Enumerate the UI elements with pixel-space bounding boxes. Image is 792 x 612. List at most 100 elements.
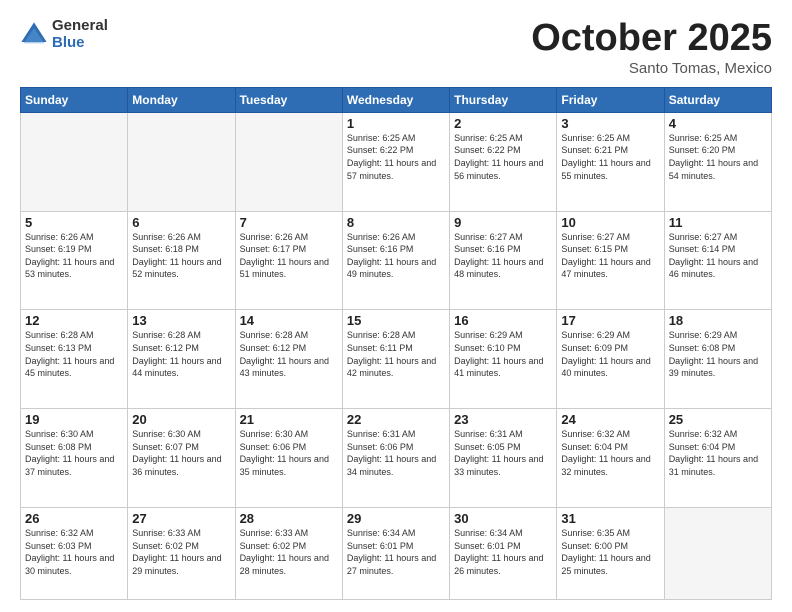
- day-info: Sunrise: 6:32 AM Sunset: 6:04 PM Dayligh…: [561, 428, 659, 478]
- day-info: Sunrise: 6:33 AM Sunset: 6:02 PM Dayligh…: [132, 527, 230, 577]
- table-row: 2Sunrise: 6:25 AM Sunset: 6:22 PM Daylig…: [450, 112, 557, 211]
- day-info: Sunrise: 6:25 AM Sunset: 6:21 PM Dayligh…: [561, 132, 659, 182]
- day-number: 20: [132, 412, 230, 427]
- table-row: 5Sunrise: 6:26 AM Sunset: 6:19 PM Daylig…: [21, 211, 128, 310]
- table-row: 17Sunrise: 6:29 AM Sunset: 6:09 PM Dayli…: [557, 310, 664, 409]
- logo-icon: [20, 21, 48, 49]
- day-info: Sunrise: 6:29 AM Sunset: 6:10 PM Dayligh…: [454, 329, 552, 379]
- day-number: 8: [347, 215, 445, 230]
- day-number: 18: [669, 313, 767, 328]
- col-friday: Friday: [557, 87, 664, 112]
- day-number: 7: [240, 215, 338, 230]
- col-tuesday: Tuesday: [235, 87, 342, 112]
- table-row: 12Sunrise: 6:28 AM Sunset: 6:13 PM Dayli…: [21, 310, 128, 409]
- day-info: Sunrise: 6:28 AM Sunset: 6:11 PM Dayligh…: [347, 329, 445, 379]
- table-row: [21, 112, 128, 211]
- day-number: 17: [561, 313, 659, 328]
- day-info: Sunrise: 6:30 AM Sunset: 6:08 PM Dayligh…: [25, 428, 123, 478]
- day-info: Sunrise: 6:26 AM Sunset: 6:18 PM Dayligh…: [132, 231, 230, 281]
- table-row: 8Sunrise: 6:26 AM Sunset: 6:16 PM Daylig…: [342, 211, 449, 310]
- day-number: 13: [132, 313, 230, 328]
- day-number: 16: [454, 313, 552, 328]
- day-number: 22: [347, 412, 445, 427]
- day-number: 2: [454, 116, 552, 131]
- table-row: 21Sunrise: 6:30 AM Sunset: 6:06 PM Dayli…: [235, 409, 342, 508]
- day-number: 4: [669, 116, 767, 131]
- table-row: 13Sunrise: 6:28 AM Sunset: 6:12 PM Dayli…: [128, 310, 235, 409]
- col-wednesday: Wednesday: [342, 87, 449, 112]
- table-row: 6Sunrise: 6:26 AM Sunset: 6:18 PM Daylig…: [128, 211, 235, 310]
- day-info: Sunrise: 6:29 AM Sunset: 6:09 PM Dayligh…: [561, 329, 659, 379]
- day-info: Sunrise: 6:30 AM Sunset: 6:06 PM Dayligh…: [240, 428, 338, 478]
- table-row: 25Sunrise: 6:32 AM Sunset: 6:04 PM Dayli…: [664, 409, 771, 508]
- logo-text: General Blue: [52, 18, 108, 51]
- page: General Blue October 2025 Santo Tomas, M…: [0, 0, 792, 612]
- day-info: Sunrise: 6:27 AM Sunset: 6:15 PM Dayligh…: [561, 231, 659, 281]
- title-block: October 2025 Santo Tomas, Mexico: [531, 18, 772, 77]
- day-number: 15: [347, 313, 445, 328]
- location-subtitle: Santo Tomas, Mexico: [531, 60, 772, 77]
- day-info: Sunrise: 6:25 AM Sunset: 6:20 PM Dayligh…: [669, 132, 767, 182]
- table-row: 22Sunrise: 6:31 AM Sunset: 6:06 PM Dayli…: [342, 409, 449, 508]
- day-number: 10: [561, 215, 659, 230]
- day-number: 3: [561, 116, 659, 131]
- table-row: 28Sunrise: 6:33 AM Sunset: 6:02 PM Dayli…: [235, 507, 342, 599]
- month-title: October 2025: [531, 18, 772, 60]
- col-saturday: Saturday: [664, 87, 771, 112]
- header: General Blue October 2025 Santo Tomas, M…: [20, 18, 772, 77]
- table-row: 19Sunrise: 6:30 AM Sunset: 6:08 PM Dayli…: [21, 409, 128, 508]
- table-row: 15Sunrise: 6:28 AM Sunset: 6:11 PM Dayli…: [342, 310, 449, 409]
- table-row: [235, 112, 342, 211]
- table-row: 27Sunrise: 6:33 AM Sunset: 6:02 PM Dayli…: [128, 507, 235, 599]
- day-info: Sunrise: 6:32 AM Sunset: 6:04 PM Dayligh…: [669, 428, 767, 478]
- day-info: Sunrise: 6:28 AM Sunset: 6:12 PM Dayligh…: [240, 329, 338, 379]
- day-info: Sunrise: 6:28 AM Sunset: 6:13 PM Dayligh…: [25, 329, 123, 379]
- day-info: Sunrise: 6:25 AM Sunset: 6:22 PM Dayligh…: [454, 132, 552, 182]
- table-row: [128, 112, 235, 211]
- day-number: 26: [25, 511, 123, 526]
- day-number: 28: [240, 511, 338, 526]
- day-info: Sunrise: 6:30 AM Sunset: 6:07 PM Dayligh…: [132, 428, 230, 478]
- day-number: 27: [132, 511, 230, 526]
- day-number: 14: [240, 313, 338, 328]
- calendar-header-row: Sunday Monday Tuesday Wednesday Thursday…: [21, 87, 772, 112]
- logo: General Blue: [20, 18, 108, 51]
- table-row: 11Sunrise: 6:27 AM Sunset: 6:14 PM Dayli…: [664, 211, 771, 310]
- day-info: Sunrise: 6:32 AM Sunset: 6:03 PM Dayligh…: [25, 527, 123, 577]
- table-row: 23Sunrise: 6:31 AM Sunset: 6:05 PM Dayli…: [450, 409, 557, 508]
- day-number: 25: [669, 412, 767, 427]
- day-number: 23: [454, 412, 552, 427]
- table-row: 18Sunrise: 6:29 AM Sunset: 6:08 PM Dayli…: [664, 310, 771, 409]
- table-row: 7Sunrise: 6:26 AM Sunset: 6:17 PM Daylig…: [235, 211, 342, 310]
- table-row: 20Sunrise: 6:30 AM Sunset: 6:07 PM Dayli…: [128, 409, 235, 508]
- day-number: 29: [347, 511, 445, 526]
- table-row: 9Sunrise: 6:27 AM Sunset: 6:16 PM Daylig…: [450, 211, 557, 310]
- col-sunday: Sunday: [21, 87, 128, 112]
- table-row: 14Sunrise: 6:28 AM Sunset: 6:12 PM Dayli…: [235, 310, 342, 409]
- day-info: Sunrise: 6:34 AM Sunset: 6:01 PM Dayligh…: [347, 527, 445, 577]
- day-number: 5: [25, 215, 123, 230]
- table-row: 10Sunrise: 6:27 AM Sunset: 6:15 PM Dayli…: [557, 211, 664, 310]
- table-row: 4Sunrise: 6:25 AM Sunset: 6:20 PM Daylig…: [664, 112, 771, 211]
- table-row: 26Sunrise: 6:32 AM Sunset: 6:03 PM Dayli…: [21, 507, 128, 599]
- col-thursday: Thursday: [450, 87, 557, 112]
- day-info: Sunrise: 6:26 AM Sunset: 6:17 PM Dayligh…: [240, 231, 338, 281]
- day-info: Sunrise: 6:35 AM Sunset: 6:00 PM Dayligh…: [561, 527, 659, 577]
- day-info: Sunrise: 6:28 AM Sunset: 6:12 PM Dayligh…: [132, 329, 230, 379]
- day-number: 21: [240, 412, 338, 427]
- day-info: Sunrise: 6:34 AM Sunset: 6:01 PM Dayligh…: [454, 527, 552, 577]
- day-info: Sunrise: 6:26 AM Sunset: 6:16 PM Dayligh…: [347, 231, 445, 281]
- day-number: 6: [132, 215, 230, 230]
- day-number: 9: [454, 215, 552, 230]
- day-info: Sunrise: 6:31 AM Sunset: 6:06 PM Dayligh…: [347, 428, 445, 478]
- day-number: 11: [669, 215, 767, 230]
- table-row: 24Sunrise: 6:32 AM Sunset: 6:04 PM Dayli…: [557, 409, 664, 508]
- day-info: Sunrise: 6:31 AM Sunset: 6:05 PM Dayligh…: [454, 428, 552, 478]
- logo-blue-text: Blue: [52, 35, 108, 52]
- day-number: 31: [561, 511, 659, 526]
- day-number: 30: [454, 511, 552, 526]
- day-info: Sunrise: 6:29 AM Sunset: 6:08 PM Dayligh…: [669, 329, 767, 379]
- day-info: Sunrise: 6:26 AM Sunset: 6:19 PM Dayligh…: [25, 231, 123, 281]
- logo-general-text: General: [52, 18, 108, 35]
- day-info: Sunrise: 6:27 AM Sunset: 6:14 PM Dayligh…: [669, 231, 767, 281]
